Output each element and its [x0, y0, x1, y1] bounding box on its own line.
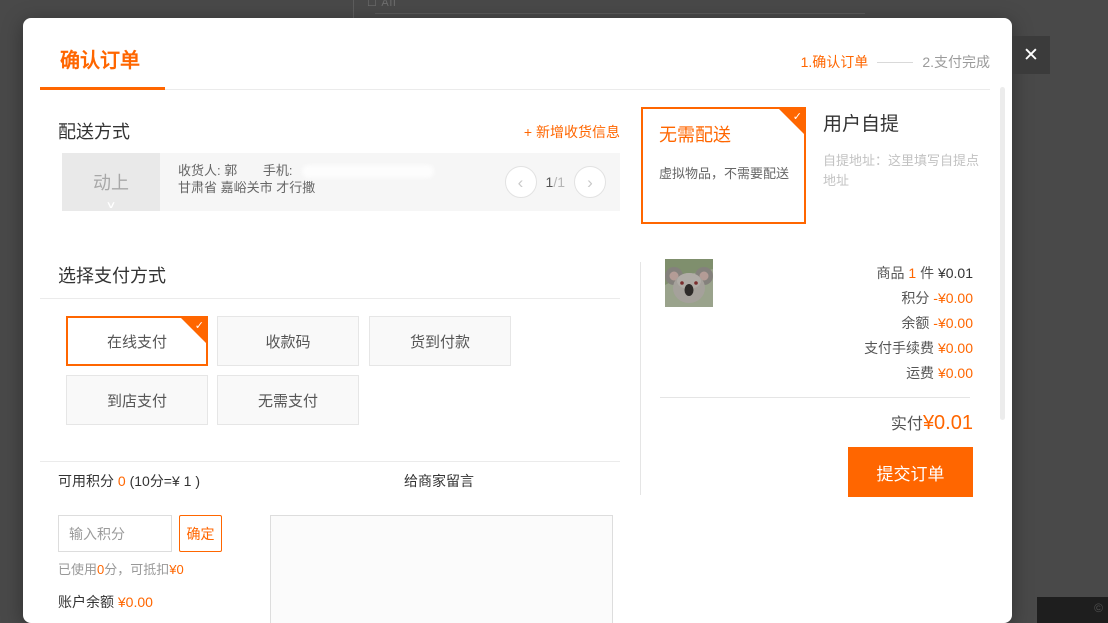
item-unit: 件 [920, 265, 934, 281]
payment-section-heading: 选择支付方式 [58, 262, 166, 288]
address-tag-label: 动上 [93, 169, 129, 195]
address-card[interactable]: 动上 ∨ 收货人: 郭 手机: 甘肃省 嘉峪关市 才行撒 ‹ 1/1 › [62, 153, 620, 211]
background-divider [375, 13, 865, 14]
check-icon: ✓ [793, 110, 802, 123]
points-label: 可用积分 [58, 473, 114, 489]
balance-amount: ¥0.00 [118, 594, 153, 610]
scrollbar-thumb[interactable] [1000, 87, 1005, 420]
close-icon: ✕ [1023, 44, 1039, 67]
summary-fee-row: 积分 -¥0.00 [864, 286, 973, 311]
close-button[interactable]: ✕ [1012, 36, 1050, 74]
summary-divider [660, 397, 970, 398]
summary-fee-row: 运费 ¥0.00 [864, 361, 973, 386]
background-divider [353, 0, 354, 18]
page-title: 确认订单 [60, 44, 140, 73]
step-payment-complete: 2.支付完成 [922, 52, 990, 72]
payment-section-divider [40, 298, 620, 299]
background-footer: © [1037, 597, 1108, 623]
phone-label: 手机: [263, 163, 293, 178]
payment-method-online[interactable]: 在线支付 ✓ [66, 316, 208, 366]
delivery-section-heading: 配送方式 [58, 118, 130, 144]
fee-label: 运费 [906, 365, 934, 381]
product-image [665, 259, 713, 307]
confirm-order-modal: 确认订单 1.确认订单 2.支付完成 配送方式 + 新增收货信息 动上 ∨ 收货… [23, 18, 1012, 623]
payment-method-qr-code[interactable]: 收款码 [217, 316, 359, 366]
summary-fee-row: 支付手续费 ¥0.00 [864, 336, 973, 361]
points-input[interactable] [58, 515, 172, 552]
payment-method-cod[interactable]: 货到付款 [369, 316, 511, 366]
payment-method-in-store[interactable]: 到店支付 [66, 375, 208, 425]
address-pagination: ‹ 1/1 › [505, 153, 606, 211]
prev-address-button[interactable]: ‹ [505, 166, 537, 198]
fee-amount: -¥0.00 [933, 290, 973, 306]
header-accent-underline [40, 87, 165, 90]
page: ☐ All © 确认订单 1.确认订单 2.支付完成 配送方式 + 新增收货信息… [0, 0, 1108, 623]
background-page-text: ☐ All [367, 0, 397, 9]
address-info: 收货人: 郭 手机: 甘肃省 嘉峪关市 才行撒 [160, 153, 434, 211]
payment-method-none[interactable]: 无需支付 [217, 375, 359, 425]
chevron-right-icon: › [587, 174, 593, 191]
item-qty: 1 [908, 265, 916, 281]
order-summary: 商品 1 件 ¥0.01 积分 -¥0.00 余额 -¥0.00 支付手续费 ¥… [864, 261, 973, 386]
fee-amount: ¥0.00 [938, 340, 973, 356]
delivery-option-self-pickup[interactable]: 用户自提 自提地址：这里填写自提点地址 [823, 109, 985, 191]
chevron-down-icon: ∨ [106, 200, 117, 211]
checkout-steps: 1.确认订单 2.支付完成 [801, 52, 990, 72]
step-connector [877, 62, 913, 63]
receiver-name: 郭 [224, 163, 237, 178]
address-tag: 动上 ∨ [62, 153, 160, 211]
check-icon: ✓ [195, 319, 204, 332]
fee-label: 余额 [901, 315, 929, 331]
chevron-left-icon: ‹ [518, 174, 524, 191]
summary-item-row: 商品 1 件 ¥0.01 [864, 261, 973, 286]
delivery-option-title: 用户自提 [823, 109, 985, 136]
total-amount: ¥0.01 [923, 412, 973, 435]
column-divider [640, 262, 641, 495]
delivery-option-desc: 虚拟物品，不需要配送 [659, 163, 804, 182]
pagination-total: /1 [553, 174, 565, 190]
receiver-label: 收货人: [178, 163, 221, 178]
total-line: 实付 ¥0.01 [891, 410, 973, 435]
points-value: 0 [118, 473, 126, 489]
item-label: 商品 [876, 265, 904, 281]
header-divider [40, 89, 990, 90]
add-address-link[interactable]: + 新增收货信息 [524, 122, 620, 142]
available-points-line: 可用积分 0 (10分=¥ 1 ) [58, 471, 200, 491]
copyright-icon: © [1094, 601, 1103, 615]
account-balance-line: 账户余额 ¥0.00 [58, 592, 153, 612]
points-used-amount: ¥0 [169, 562, 183, 577]
merchant-message-label: 给商家留言 [404, 471, 474, 491]
points-confirm-button[interactable]: 确定 [179, 515, 222, 552]
bottom-section-divider [40, 461, 620, 462]
total-label: 实付 [891, 410, 923, 434]
phone-number-redacted [302, 165, 434, 178]
balance-label: 账户余额 [58, 594, 114, 610]
delivery-option-no-shipping[interactable]: 无需配送 虚拟物品，不需要配送 ✓ [641, 107, 806, 224]
delivery-option-desc: 自提地址：这里填写自提点地址 [823, 151, 985, 191]
submit-order-button[interactable]: 提交订单 [848, 447, 973, 497]
item-amount: ¥0.01 [938, 265, 973, 281]
step-confirm-order: 1.确认订单 [801, 52, 869, 72]
checkbox-icon: ☐ [367, 0, 378, 9]
points-used-line: 已使用0分，可抵扣¥0 [58, 559, 184, 578]
fee-label: 积分 [901, 290, 929, 306]
summary-fee-row: 余额 -¥0.00 [864, 311, 973, 336]
pagination-indicator: 1/1 [546, 174, 565, 190]
points-rate: (10分=¥ 1 ) [130, 473, 200, 489]
next-address-button[interactable]: › [574, 166, 606, 198]
fee-label: 支付手续费 [864, 340, 934, 356]
merchant-message-textarea[interactable] [270, 515, 613, 623]
fee-amount: ¥0.00 [938, 365, 973, 381]
fee-amount: -¥0.00 [933, 315, 973, 331]
address-region: 甘肃省 嘉峪关市 才行撒 [178, 179, 434, 196]
